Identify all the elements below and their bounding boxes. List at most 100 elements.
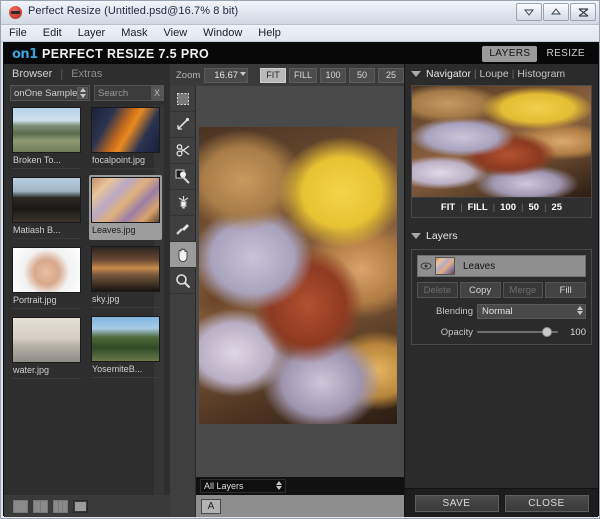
list-item[interactable]: Matiash B... <box>10 175 83 241</box>
list-item[interactable]: YosemiteB... <box>89 314 162 380</box>
chevron-updown-icon <box>276 481 282 490</box>
retouch-brush-icon[interactable] <box>170 216 196 242</box>
zoom-tool-icon[interactable] <box>170 268 196 294</box>
chevron-down-icon[interactable] <box>239 71 246 76</box>
histogram-label[interactable]: Histogram <box>517 68 565 80</box>
action-bar: SAVE CLOSE <box>405 488 598 517</box>
zoom-label: Zoom <box>176 69 201 81</box>
search-input[interactable]: Search X <box>94 85 164 101</box>
mode-tabs: LAYERS RESIZE <box>482 46 592 62</box>
canvas-footer-bar: A <box>196 495 404 517</box>
divider: | <box>473 67 477 80</box>
maximize-button[interactable] <box>543 3 569 21</box>
zoom-preset-100[interactable]: 100 <box>320 67 346 83</box>
close-button[interactable] <box>570 3 596 21</box>
opacity-value: 100 <box>570 326 586 338</box>
list-view-icon[interactable] <box>73 499 88 513</box>
menu-help[interactable]: Help <box>258 27 281 39</box>
loupe-label[interactable]: Loupe <box>480 68 509 80</box>
layers-header[interactable]: Layers <box>405 226 598 245</box>
crop-tool-icon[interactable] <box>170 86 196 112</box>
layer-name: Leaves <box>463 260 496 272</box>
fill-layer-button[interactable]: Fill <box>545 282 586 298</box>
list-item-selected[interactable]: Leaves.jpg <box>89 175 162 240</box>
image-canvas[interactable] <box>196 86 404 495</box>
eye-icon[interactable] <box>418 262 434 270</box>
save-button[interactable]: SAVE <box>414 494 499 512</box>
two-pane-icon[interactable] <box>33 499 48 513</box>
disclosure-triangle-icon[interactable] <box>411 232 421 239</box>
hand-tool-icon[interactable] <box>170 242 196 268</box>
tab-divider: | <box>60 67 64 80</box>
thumbnail-image <box>91 107 160 153</box>
zoom-preset-fit[interactable]: FIT <box>259 67 286 83</box>
blending-select[interactable]: Normal <box>477 304 586 319</box>
layer-scope-value: All Layers <box>204 481 244 491</box>
thumbnail-image <box>12 317 81 363</box>
source-select-value: onOne Samples <box>14 87 83 99</box>
canvas-status-bar: All Layers <box>196 477 404 495</box>
merge-layer-button[interactable]: Merge <box>502 282 544 298</box>
annotation-button[interactable]: A <box>201 498 221 514</box>
list-item[interactable]: sky.jpg <box>89 244 162 310</box>
close-action-button[interactable]: CLOSE <box>504 494 589 512</box>
thumbnail-image <box>12 177 81 223</box>
layer-scope-select[interactable]: All Layers <box>200 479 286 493</box>
list-item-label: Broken To... <box>12 153 81 169</box>
nav-preset-fill[interactable]: FILL <box>468 202 488 213</box>
tab-resize[interactable]: RESIZE <box>539 46 592 62</box>
disclosure-triangle-icon[interactable] <box>411 70 421 77</box>
inspector-panel: Navigator | Loupe | Histogram FIT | FILL |… <box>404 64 598 517</box>
product-title: PERFECT RESIZE 7.5 PRO <box>42 47 210 61</box>
opacity-slider[interactable] <box>477 325 558 339</box>
list-item[interactable]: focalpoint.jpg <box>89 105 162 171</box>
copy-layer-button[interactable]: Copy <box>459 282 501 298</box>
list-item-label: water.jpg <box>12 363 81 379</box>
nav-preset-fit[interactable]: FIT <box>441 202 455 213</box>
navigator-header[interactable]: Navigator | Loupe | Histogram <box>405 64 598 83</box>
app-icon <box>9 6 22 19</box>
browser-panel: Browser | Extras onOne Samples Search X <box>4 64 178 517</box>
navigator-preview-image[interactable] <box>412 86 591 197</box>
nav-preset-100[interactable]: 100 <box>500 202 516 213</box>
navigator-box: FIT | FILL | 100 | 50 | 25 <box>411 85 592 218</box>
tab-browser[interactable]: Browser <box>12 68 52 80</box>
zoom-input[interactable]: 16.67 <box>204 67 248 83</box>
tab-extras[interactable]: Extras <box>71 68 102 80</box>
navigator-presets: FIT | FILL | 100 | 50 | 25 <box>412 197 591 217</box>
zoom-preset-25[interactable]: 25 <box>378 67 404 83</box>
list-item-label: Leaves.jpg <box>92 225 136 235</box>
thumbnail-image <box>12 247 81 293</box>
pen-tool-icon[interactable] <box>170 112 196 138</box>
source-select[interactable]: onOne Samples <box>10 85 90 101</box>
menu-edit[interactable]: Edit <box>43 27 62 39</box>
brand-bar: on1 PERFECT RESIZE 7.5 PRO LAYERS RESIZE <box>4 43 598 64</box>
table-row[interactable]: Leaves <box>417 255 586 277</box>
perfect-brush-icon[interactable] <box>170 190 196 216</box>
list-item[interactable]: Portrait.jpg <box>10 245 83 311</box>
list-item[interactable]: Broken To... <box>10 105 83 171</box>
menu-file[interactable]: File <box>9 27 27 39</box>
tab-layers[interactable]: LAYERS <box>482 46 538 62</box>
menu-layer[interactable]: Layer <box>78 27 106 39</box>
masking-brush-icon[interactable] <box>170 164 196 190</box>
nav-preset-25[interactable]: 25 <box>552 202 563 213</box>
zoom-toolbar: Zoom 16.67 FIT FILL 100 50 25 <box>170 64 404 86</box>
nav-preset-50[interactable]: 50 <box>528 202 539 213</box>
window-title: Perfect Resize (Untitled.psd@16.7% 8 bit… <box>28 5 239 17</box>
list-item[interactable]: water.jpg <box>10 315 83 381</box>
menu-view[interactable]: View <box>164 27 188 39</box>
menu-mask[interactable]: Mask <box>121 27 147 39</box>
scissors-tool-icon[interactable] <box>170 138 196 164</box>
delete-layer-button[interactable]: Delete <box>417 282 458 298</box>
clear-search-icon[interactable]: X <box>151 86 163 100</box>
single-pane-icon[interactable] <box>13 499 28 513</box>
menu-window[interactable]: Window <box>203 27 242 39</box>
navigator-label[interactable]: Navigator <box>426 68 471 80</box>
slider-handle[interactable] <box>542 327 552 337</box>
zoom-preset-fill[interactable]: FILL <box>288 67 317 83</box>
minimize-button[interactable] <box>516 3 542 21</box>
three-pane-icon[interactable] <box>53 499 68 513</box>
divider: | <box>511 67 515 80</box>
zoom-preset-50[interactable]: 50 <box>349 67 375 83</box>
